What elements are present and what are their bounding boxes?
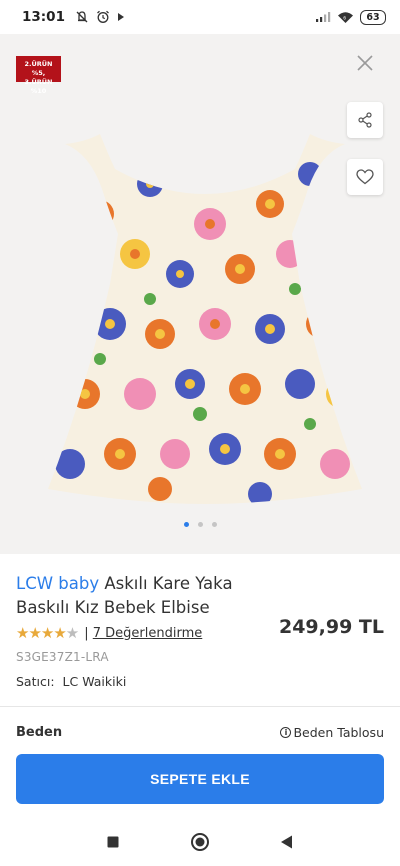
star-rating: ★★★★★ <box>16 624 79 642</box>
signal-icon <box>316 12 331 22</box>
product-brand[interactable]: LCW baby <box>16 574 99 593</box>
wifi-icon: 6 <box>338 11 353 23</box>
home-button[interactable] <box>185 827 215 857</box>
info-icon: i <box>280 726 292 738</box>
product-info: LCW baby Askılı Kare Yaka Baskılı Kız Be… <box>16 572 384 689</box>
size-table-link[interactable]: i Beden Tablosu <box>280 725 384 740</box>
recents-icon <box>107 836 119 848</box>
status-bar: 13:01 6 63 <box>0 0 400 34</box>
gallery-dot-active[interactable] <box>183 522 189 527</box>
seller-info: Satıcı: LC Waikiki <box>16 674 126 689</box>
half-star-icon: ★ <box>65 624 79 642</box>
seller-name[interactable]: LC Waikiki <box>63 674 127 689</box>
size-row: Beden i Beden Tablosu <box>16 722 384 742</box>
seller-label: Satıcı: <box>16 674 55 689</box>
product-title: LCW baby Askılı Kare Yaka Baskılı Kız Be… <box>16 572 266 620</box>
reviews-link[interactable]: 7 Değerlendirme <box>93 626 203 641</box>
gallery-pagination[interactable] <box>0 522 400 527</box>
close-icon <box>357 55 373 71</box>
divider <box>0 706 400 707</box>
gallery-dot[interactable] <box>197 522 203 527</box>
product-image <box>48 134 362 504</box>
alarm-icon <box>97 10 109 23</box>
add-to-cart-button[interactable]: SEPETE EKLE <box>16 754 384 804</box>
dnd-off-icon <box>76 11 88 23</box>
battery-indicator: 63 <box>360 9 386 25</box>
back-icon <box>281 835 293 849</box>
size-label: Beden <box>16 724 63 740</box>
product-image-gallery[interactable]: 2.ÜRÜN %5, 3.ÜRÜN %10 <box>0 34 400 554</box>
promo-badge: 2.ÜRÜN %5, 3.ÜRÜN %10 <box>16 56 61 95</box>
svg-text:6: 6 <box>343 15 346 21</box>
close-button[interactable] <box>350 48 380 78</box>
system-navigation-bar <box>0 818 400 866</box>
status-time: 13:01 <box>22 9 65 25</box>
recents-button[interactable] <box>98 827 128 857</box>
size-table-label: Beden Tablosu <box>293 724 384 740</box>
home-icon <box>190 833 209 851</box>
gallery-dot[interactable] <box>211 522 217 527</box>
back-button[interactable] <box>272 827 302 857</box>
play-icon <box>117 13 124 21</box>
product-sku: S3GE37Z1-LRA <box>16 650 109 664</box>
product-price: 249,99 TL <box>278 616 384 638</box>
